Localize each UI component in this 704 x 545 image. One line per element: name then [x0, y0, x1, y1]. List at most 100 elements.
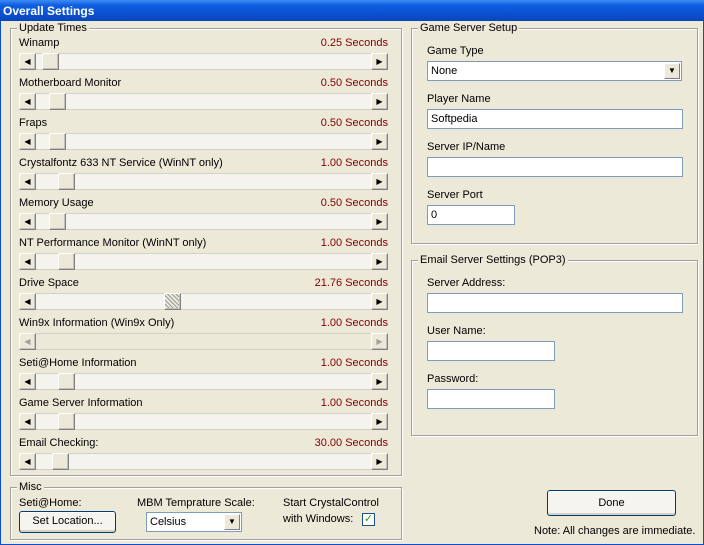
email-server-title: Email Server Settings (POP3): [418, 254, 568, 266]
game-type-select[interactable]: None ▼: [427, 61, 682, 81]
slider-thumb[interactable]: [164, 293, 181, 310]
update-item-label: Fraps: [19, 117, 48, 129]
update-item-slider[interactable]: ◀ ▶: [19, 173, 388, 190]
server-port-field[interactable]: 0: [427, 205, 515, 225]
update-item-label: Drive Space: [19, 277, 79, 289]
server-ip-label: Server IP/Name: [427, 141, 506, 153]
update-item-slider[interactable]: ◀ ▶: [19, 213, 388, 230]
server-ip-field[interactable]: [427, 157, 683, 177]
update-item-value: 0.25 Seconds: [320, 37, 388, 49]
update-item-value: 0.50 Seconds: [320, 77, 388, 89]
scroll-right-icon[interactable]: ▶: [371, 293, 388, 310]
scroll-right-icon[interactable]: ▶: [371, 213, 388, 230]
update-item-label: Win9x Information (Win9x Only): [19, 317, 175, 329]
check-icon: ✓: [363, 513, 374, 525]
scroll-left-icon[interactable]: ◀: [19, 253, 36, 270]
chevron-down-icon[interactable]: ▼: [664, 63, 680, 79]
start-with-windows-label-line1: Start CrystalControl: [283, 497, 379, 509]
seti-label: Seti@Home:: [19, 497, 82, 509]
scroll-left-icon[interactable]: ◀: [19, 373, 36, 390]
temp-scale-value: Celsius: [150, 516, 187, 528]
update-item-label: NT Performance Monitor (WinNT only): [19, 237, 207, 249]
game-server-title: Game Server Setup: [418, 22, 520, 34]
chevron-down-icon[interactable]: ▼: [224, 514, 240, 530]
update-item-value: 1.00 Seconds: [320, 397, 388, 409]
update-item-slider[interactable]: ◀ ▶: [19, 373, 388, 390]
slider-thumb[interactable]: [58, 173, 76, 190]
server-port-label: Server Port: [427, 189, 483, 201]
scroll-right-icon[interactable]: ▶: [371, 253, 388, 270]
update-item-slider[interactable]: ◀ ▶: [19, 133, 388, 150]
player-name-label: Player Name: [427, 93, 491, 105]
update-item-label: Seti@Home Information: [19, 357, 137, 369]
scroll-right-icon[interactable]: ▶: [371, 413, 388, 430]
update-item-value: 1.00 Seconds: [320, 237, 388, 249]
scroll-right-icon[interactable]: ▶: [371, 453, 388, 470]
scroll-left-icon: ◀: [19, 333, 36, 350]
slider-thumb[interactable]: [58, 373, 76, 390]
update-times-title: Update Times: [17, 22, 89, 34]
update-item-slider[interactable]: ◀ ▶: [19, 413, 388, 430]
temp-scale-select[interactable]: Celsius ▼: [146, 512, 242, 532]
set-location-button[interactable]: Set Location...: [19, 511, 116, 533]
scroll-left-icon[interactable]: ◀: [19, 453, 36, 470]
password-label: Password:: [427, 373, 479, 385]
update-item-slider: ◀ ▶: [19, 333, 388, 350]
slider-thumb[interactable]: [52, 453, 69, 470]
scroll-left-icon[interactable]: ◀: [19, 133, 36, 150]
update-item-value: 0.50 Seconds: [320, 197, 388, 209]
update-item-slider[interactable]: ◀ ▶: [19, 53, 388, 70]
update-item-slider[interactable]: ◀ ▶: [19, 93, 388, 110]
temp-scale-label: MBM Temprature Scale:: [137, 497, 255, 509]
misc-title: Misc: [17, 481, 44, 493]
update-item-slider[interactable]: ◀ ▶: [19, 453, 388, 470]
update-item-label: Winamp: [19, 37, 60, 49]
start-with-windows-checkbox[interactable]: ✓: [362, 513, 375, 526]
scroll-left-icon[interactable]: ◀: [19, 173, 36, 190]
scroll-right-icon[interactable]: ▶: [371, 373, 388, 390]
slider-thumb[interactable]: [48, 133, 66, 150]
update-item-label: Crystalfontz 633 NT Service (WinNT only): [19, 157, 223, 169]
scroll-left-icon[interactable]: ◀: [19, 93, 36, 110]
scroll-right-icon[interactable]: ▶: [371, 93, 388, 110]
update-item-value: 30.00 Seconds: [314, 437, 388, 449]
player-name-field[interactable]: Softpedia: [427, 109, 683, 129]
scroll-right-icon: ▶: [371, 333, 388, 350]
slider-thumb[interactable]: [58, 253, 76, 270]
slider-thumb[interactable]: [58, 413, 76, 430]
scroll-left-icon[interactable]: ◀: [19, 293, 36, 310]
window-titlebar: Overall Settings: [0, 0, 704, 21]
update-item-label: Memory Usage: [19, 197, 94, 209]
set-location-label: Set Location...: [32, 515, 103, 527]
game-type-label: Game Type: [427, 45, 484, 57]
update-item-label: Motherboard Monitor: [19, 77, 122, 89]
update-item-value: 1.00 Seconds: [320, 157, 388, 169]
server-address-field[interactable]: [427, 293, 683, 313]
done-button[interactable]: Done: [547, 490, 676, 516]
update-item-value: 1.00 Seconds: [320, 317, 388, 329]
user-name-field[interactable]: [427, 341, 555, 361]
slider-thumb[interactable]: [48, 93, 66, 110]
update-item-value: 21.76 Seconds: [314, 277, 388, 289]
scroll-right-icon[interactable]: ▶: [371, 173, 388, 190]
user-name-label: User Name:: [427, 325, 486, 337]
server-address-label: Server Address:: [427, 277, 506, 289]
scroll-left-icon[interactable]: ◀: [19, 53, 36, 70]
changes-note: Note: All changes are immediate.: [534, 525, 696, 537]
scroll-left-icon[interactable]: ◀: [19, 213, 36, 230]
update-item-label: Game Server Information: [19, 397, 143, 409]
update-item-slider[interactable]: ◀ ▶: [19, 293, 388, 310]
scroll-left-icon[interactable]: ◀: [19, 413, 36, 430]
slider-thumb[interactable]: [42, 53, 60, 70]
update-item-label: Email Checking:: [19, 437, 99, 449]
scroll-right-icon[interactable]: ▶: [371, 133, 388, 150]
update-item-value: 0.50 Seconds: [320, 117, 388, 129]
game-type-value: None: [431, 65, 458, 77]
slider-thumb[interactable]: [48, 213, 66, 230]
scroll-right-icon[interactable]: ▶: [371, 53, 388, 70]
window-title: Overall Settings: [3, 4, 95, 18]
update-item-slider[interactable]: ◀ ▶: [19, 253, 388, 270]
start-with-windows-label-line2: with Windows:: [283, 513, 354, 525]
update-item-value: 1.00 Seconds: [320, 357, 388, 369]
password-field[interactable]: [427, 389, 555, 409]
